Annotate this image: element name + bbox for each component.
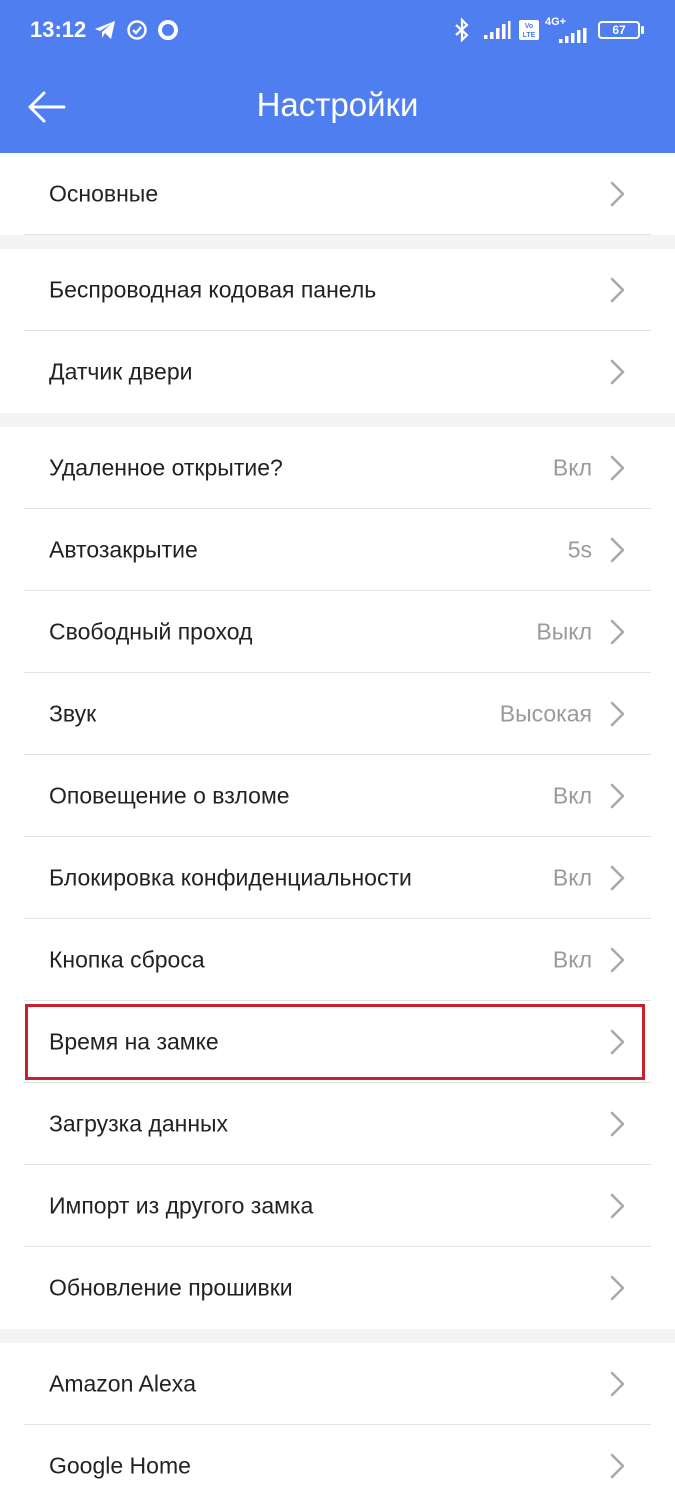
row-divider xyxy=(24,234,651,235)
settings-row-label: Удаленное открытие? xyxy=(49,454,283,481)
chevron-right-icon xyxy=(610,1275,625,1301)
chevron-right-icon xyxy=(610,537,625,563)
settings-row-label: Свободный проход xyxy=(49,618,253,645)
settings-row-label: Google Home xyxy=(49,1452,191,1479)
settings-row-label: Amazon Alexa xyxy=(49,1370,197,1397)
chevron-right-icon xyxy=(610,619,625,645)
svg-text:LTE: LTE xyxy=(523,32,536,39)
section-gap xyxy=(0,413,675,427)
settings-row[interactable]: Свободный проход Выкл xyxy=(0,591,675,673)
settings-row-label: Автозакрытие xyxy=(49,536,198,563)
chevron-right-icon xyxy=(610,181,625,207)
chevron-right-icon xyxy=(610,1193,625,1219)
chevron-right-icon xyxy=(610,359,625,385)
settings-row[interactable]: Google Home xyxy=(0,1425,675,1507)
settings-row-label: Звук xyxy=(49,700,97,727)
settings-row[interactable]: Amazon Alexa xyxy=(0,1343,675,1425)
chevron-right-icon xyxy=(610,783,625,809)
settings-row-value: Вкл xyxy=(552,782,592,809)
page-title: Настройки xyxy=(256,86,419,123)
title-bar: Настройки xyxy=(0,62,675,153)
settings-row-label: Импорт из другого замка xyxy=(49,1192,314,1219)
settings-row-value: 5s xyxy=(567,536,592,563)
settings-row[interactable]: Блокировка конфиденциальности Вкл xyxy=(0,837,675,919)
svg-text:Vo: Vo xyxy=(525,23,533,30)
chevron-right-icon xyxy=(610,701,625,727)
chevron-right-icon xyxy=(610,947,625,973)
settings-row-value: Высокая xyxy=(499,700,592,727)
settings-row-label: Оповещение о взломе xyxy=(49,782,290,809)
settings-row[interactable]: Датчик двери xyxy=(0,331,675,413)
settings-row-label: Время на замке xyxy=(49,1028,219,1055)
settings-row-value: Вкл xyxy=(552,946,592,973)
section-gap xyxy=(0,235,675,249)
chevron-right-icon xyxy=(610,1371,625,1397)
settings-row[interactable]: Обновление прошивки xyxy=(0,1247,675,1329)
settings-row-value: Вкл xyxy=(552,454,592,481)
check-circle-icon xyxy=(125,16,149,44)
settings-row-value: Вкл xyxy=(552,864,592,891)
battery-level: 67 xyxy=(612,23,626,37)
telegram-icon xyxy=(93,16,117,44)
settings-row[interactable]: Автозакрытие 5s xyxy=(0,509,675,591)
settings-row[interactable]: Загрузка данных xyxy=(0,1083,675,1165)
chevron-right-icon xyxy=(610,1111,625,1137)
settings-row-label: Блокировка конфиденциальности xyxy=(49,864,412,891)
settings-row[interactable]: Кнопка сброса Вкл xyxy=(0,919,675,1001)
chevron-right-icon xyxy=(610,455,625,481)
status-bar: 13:12 Vo LTE 4G+ 67 xyxy=(0,0,675,62)
network-type: 4G+ xyxy=(545,16,589,44)
section-gap xyxy=(0,1329,675,1343)
settings-row[interactable]: Импорт из другого замка xyxy=(0,1165,675,1247)
ring-icon xyxy=(156,16,180,44)
bluetooth-icon xyxy=(451,16,473,44)
battery-icon: 67 xyxy=(596,16,646,44)
settings-row-label: Датчик двери xyxy=(49,358,193,385)
settings-row[interactable]: Основные xyxy=(0,153,675,235)
settings-row-label: Кнопка сброса xyxy=(49,946,205,973)
volte-icon: Vo LTE xyxy=(517,16,541,44)
settings-row[interactable]: Удаленное открытие? Вкл xyxy=(0,427,675,509)
signal-icon xyxy=(482,16,512,44)
settings-row[interactable]: Оповещение о взломе Вкл xyxy=(0,755,675,837)
settings-row[interactable]: Время на замке xyxy=(0,1001,675,1083)
app-header: 13:12 Vo LTE 4G+ 67 Настройки xyxy=(0,0,675,153)
settings-row-label: Основные xyxy=(49,180,159,207)
status-time: 13:12 xyxy=(30,17,87,42)
chevron-right-icon xyxy=(610,1029,625,1055)
settings-row[interactable]: Беспроводная кодовая панель xyxy=(0,249,675,331)
chevron-right-icon xyxy=(610,1453,625,1479)
settings-row-label: Загрузка данных xyxy=(49,1110,229,1137)
chevron-right-icon xyxy=(610,277,625,303)
settings-row-label: Беспроводная кодовая панель xyxy=(49,276,377,303)
settings-row-value: Выкл xyxy=(536,618,592,645)
chevron-right-icon xyxy=(610,865,625,891)
settings-row-label: Обновление прошивки xyxy=(49,1274,293,1301)
settings-list: Основные Беспроводная кодовая панель Датчи… xyxy=(0,153,675,1507)
settings-row[interactable]: Звук Высокая xyxy=(0,673,675,755)
